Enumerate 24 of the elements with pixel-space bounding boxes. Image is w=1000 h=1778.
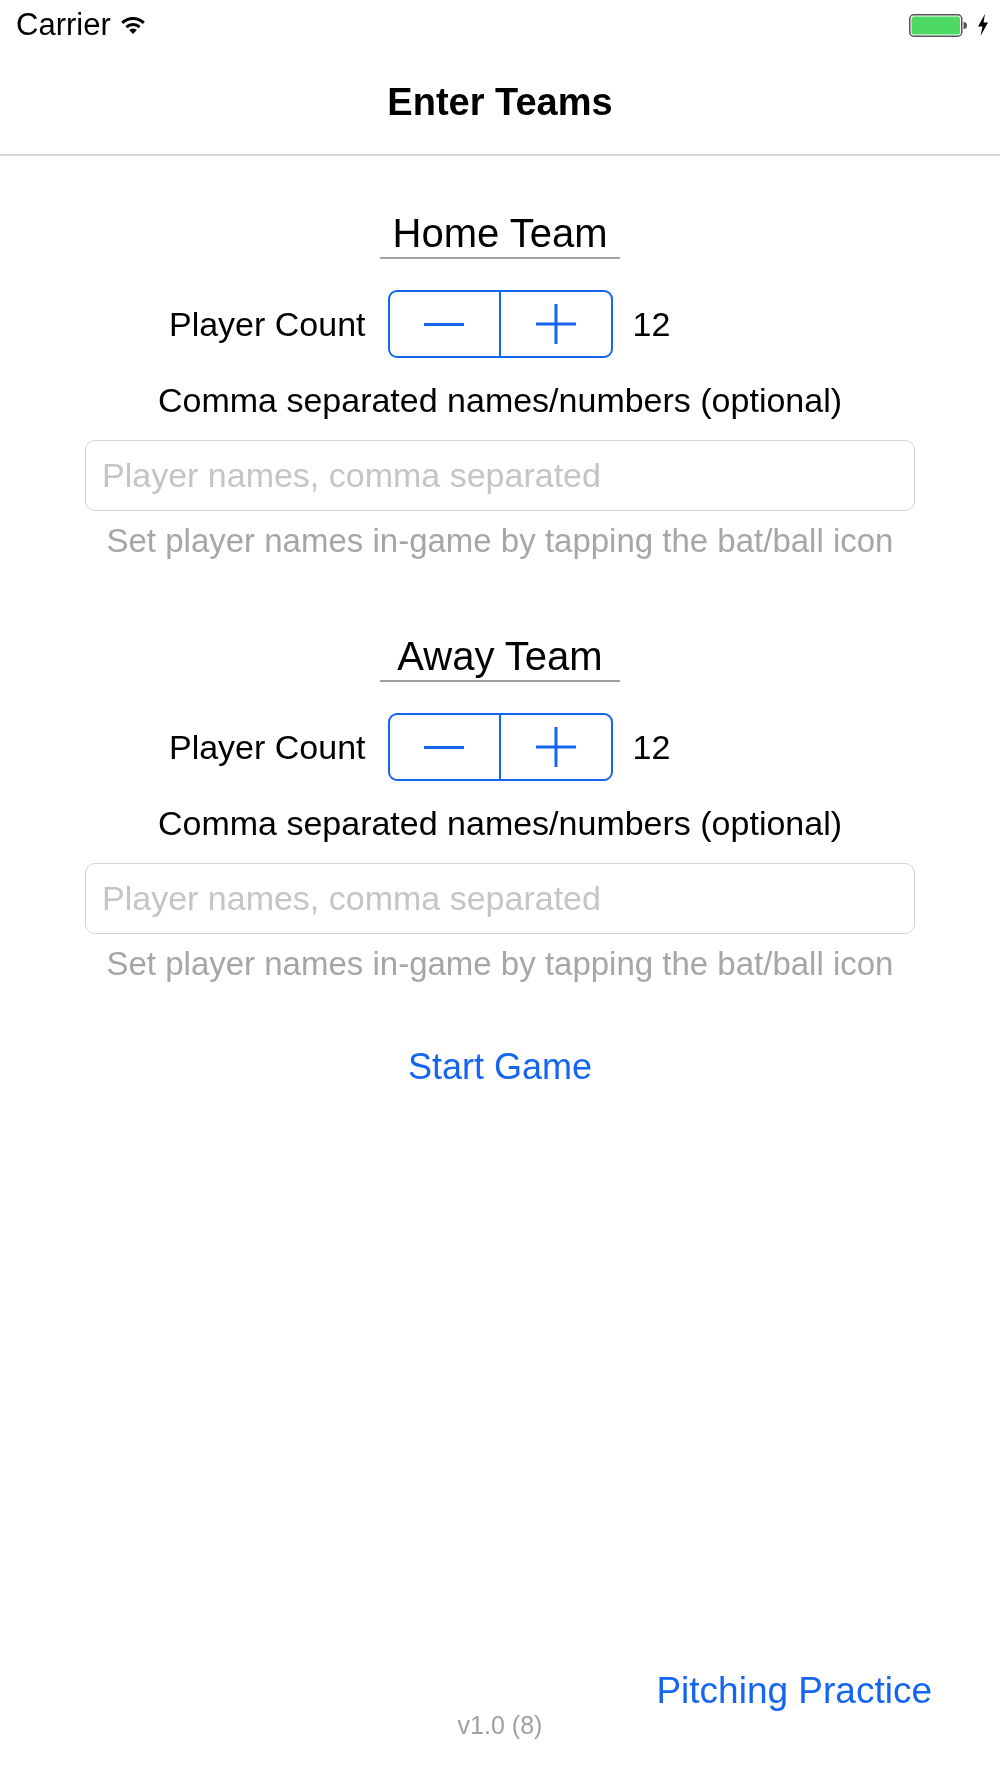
charging-bolt-icon — [977, 14, 989, 36]
player-names-field[interactable]: Player names, comma separated — [85, 863, 915, 934]
player-count-value: 12 — [632, 727, 671, 767]
player-count-label: Player Count — [168, 727, 366, 767]
hint-text: Set player names in-game by tapping the bat/ball icon — [106, 521, 894, 561]
plus-icon — [535, 304, 576, 344]
wifi-icon — [119, 15, 146, 35]
team-heading: Away Team — [380, 634, 620, 682]
plus-icon — [535, 727, 576, 767]
hint-text: Set player names in-game by tapping the bat/ball icon — [106, 944, 894, 984]
minus-icon — [424, 745, 465, 749]
version-label: v1.0 (8) — [457, 1711, 543, 1739]
names-label: Comma separated names/numbers (optional) — [157, 803, 843, 843]
start-game-button[interactable]: Start Game — [407, 1045, 593, 1089]
screen-title: Enter Teams — [387, 80, 613, 124]
names-label: Comma separated names/numbers (optional) — [157, 380, 843, 420]
team-heading: Home Team — [380, 211, 620, 259]
player-count-value: 12 — [632, 304, 671, 344]
minus-icon — [424, 322, 465, 326]
pitching-practice-button[interactable]: Pitching Practice — [656, 1671, 932, 1711]
battery-icon — [909, 13, 967, 37]
player-count-label: Player Count — [168, 304, 366, 344]
carrier-name: Carrier — [16, 7, 111, 43]
player-names-field[interactable]: Player names, comma separated — [85, 440, 915, 511]
